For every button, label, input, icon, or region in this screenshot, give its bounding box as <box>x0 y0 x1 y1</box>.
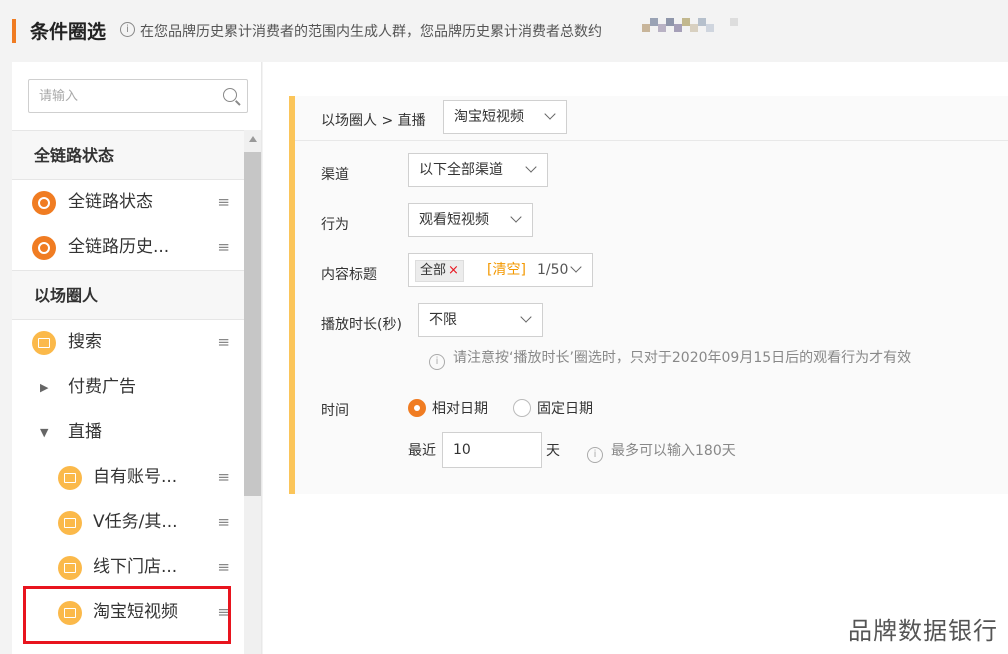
chevron-down-icon <box>544 108 556 120</box>
content-title-label: 内容标题 <box>321 267 377 283</box>
sidebar-item-offline-store[interactable]: 线下门店... ≡ <box>12 545 244 590</box>
drag-handle-icon[interactable]: ≡ <box>217 320 230 365</box>
sidebar-item-label: 全链路历史... <box>68 237 170 257</box>
lifecycle-icon <box>32 191 56 215</box>
content-tag: 全部 × <box>415 260 464 282</box>
caret-right-icon[interactable]: ▶ <box>40 365 48 410</box>
breadcrumb-row: 以场圈人 > 直播 淘宝短视频 <box>295 96 1008 141</box>
scroll-up-icon[interactable] <box>249 136 257 142</box>
group-header-lifecycle: 全链路状态 <box>12 130 244 180</box>
breadcrumb: 以场圈人 > 直播 <box>321 113 426 129</box>
channel-label: 渠道 <box>321 167 349 183</box>
drag-handle-icon[interactable]: ≡ <box>217 500 230 545</box>
sidebar-item-lifecycle-history[interactable]: 全链路历史... ≡ <box>12 225 244 270</box>
radio-label: 固定日期 <box>537 401 593 417</box>
sidebar: 全链路状态 全链路状态 ≡ 全链路历史... ≡ 以场圈人 搜索 ≡ ▶ 付费广… <box>12 62 262 654</box>
sidebar-item-own-account[interactable]: 自有账号... ≡ <box>12 455 244 500</box>
sidebar-item-label: 付费广告 <box>68 377 136 397</box>
lifecycle-icon <box>32 236 56 260</box>
scene-icon <box>58 466 82 490</box>
sidebar-folder-paid-ads[interactable]: ▶ 付费广告 <box>12 365 244 410</box>
drag-handle-icon[interactable]: ≡ <box>217 455 230 500</box>
page-header: 条件圈选 i 在您品牌历史累计消费者的范围内生成人群，您品牌历史累计消费者总数约 <box>0 0 1008 62</box>
sidebar-item-label: 直播 <box>68 422 102 442</box>
radio-unchecked-icon[interactable] <box>513 399 531 417</box>
duration-select[interactable]: 不限 <box>418 303 543 337</box>
behavior-select-value: 观看短视频 <box>419 212 489 228</box>
caret-down-icon[interactable]: ▼ <box>40 410 48 455</box>
chevron-down-icon <box>525 161 537 173</box>
radio-relative-date[interactable]: 相对日期 <box>408 398 488 418</box>
behavior-select[interactable]: 观看短视频 <box>408 203 533 237</box>
recent-label: 最近 <box>408 443 436 459</box>
sidebar-folder-live[interactable]: ▼ 直播 <box>12 410 244 455</box>
watermark: 品牌数据银行 <box>848 617 998 645</box>
drag-handle-icon[interactable]: ≡ <box>217 545 230 590</box>
title-accent-bar <box>12 19 16 43</box>
info-icon: i <box>120 22 135 37</box>
condition-card: 以场圈人 > 直播 淘宝短视频 渠道 以下全部渠道 行为 观看短视频 内容标题 … <box>289 96 1008 494</box>
scrollbar-thumb[interactable] <box>244 152 261 496</box>
selection-count: 1/50 <box>537 262 569 278</box>
radio-label: 相对日期 <box>432 401 488 417</box>
selection-highlight-box <box>23 586 231 644</box>
sidebar-item-label: 搜索 <box>68 332 102 352</box>
sidebar-item-label: V任务/其... <box>93 512 178 532</box>
group-header-scene: 以场圈人 <box>12 270 244 320</box>
page-title: 条件圈选 <box>30 21 107 43</box>
sidebar-item-label: 全链路状态 <box>68 192 153 212</box>
scene-select-value: 淘宝短视频 <box>454 109 524 125</box>
info-icon: i <box>429 354 445 370</box>
time-label: 时间 <box>321 403 349 419</box>
duration-note: i 请注意按‘播放时长’圈选时，只对于2020年09月15日后的观看行为才有效 <box>429 347 911 370</box>
scene-icon <box>58 556 82 580</box>
sidebar-item-search[interactable]: 搜索 ≡ <box>12 320 244 365</box>
days-limit-note: i 最多可以输入180天 <box>587 440 736 463</box>
search-input[interactable] <box>29 80 209 112</box>
scene-select[interactable]: 淘宝短视频 <box>443 100 567 134</box>
clear-link[interactable]: [清空] <box>487 254 526 286</box>
radio-checked-icon[interactable] <box>408 399 426 417</box>
search-box <box>28 79 248 113</box>
days-limit-text: 最多可以输入180天 <box>611 443 736 459</box>
sidebar-scrollbar[interactable] <box>244 130 261 654</box>
drag-handle-icon[interactable]: ≡ <box>217 180 230 225</box>
main-panel: 以场圈人 > 直播 淘宝短视频 渠道 以下全部渠道 行为 观看短视频 内容标题 … <box>263 62 1008 654</box>
sidebar-item-v-task[interactable]: V任务/其... ≡ <box>12 500 244 545</box>
category-list: 全链路状态 全链路状态 ≡ 全链路历史... ≡ 以场圈人 搜索 ≡ ▶ 付费广… <box>12 130 244 635</box>
scene-icon <box>58 511 82 535</box>
duration-note-text: 请注意按‘播放时长’圈选时，只对于2020年09月15日后的观看行为才有效 <box>453 350 912 366</box>
scene-icon <box>32 331 56 355</box>
recent-days-input[interactable] <box>442 432 542 468</box>
sidebar-item-label: 自有账号... <box>93 467 178 487</box>
close-icon[interactable]: × <box>448 263 459 278</box>
chevron-down-icon <box>520 311 532 323</box>
chevron-down-icon <box>510 211 522 223</box>
page-description: 在您品牌历史累计消费者的范围内生成人群，您品牌历史累计消费者总数约 <box>140 24 602 40</box>
content-title-select[interactable]: 全部 × [清空] 1/50 <box>408 253 593 287</box>
duration-select-value: 不限 <box>429 312 457 328</box>
chevron-down-icon <box>570 261 582 273</box>
sidebar-item-lifecycle-status[interactable]: 全链路状态 ≡ <box>12 180 244 225</box>
radio-fixed-date[interactable]: 固定日期 <box>513 398 593 418</box>
duration-label: 播放时长(秒) <box>321 317 402 333</box>
channel-select[interactable]: 以下全部渠道 <box>408 153 548 187</box>
drag-handle-icon[interactable]: ≡ <box>217 225 230 270</box>
redacted-count <box>640 14 740 36</box>
info-icon: i <box>587 447 603 463</box>
content-tag-label: 全部 <box>420 263 447 278</box>
sidebar-item-label: 线下门店... <box>93 557 178 577</box>
days-unit: 天 <box>546 443 560 459</box>
behavior-label: 行为 <box>321 217 349 233</box>
channel-select-value: 以下全部渠道 <box>419 162 503 178</box>
search-icon[interactable] <box>223 88 237 102</box>
